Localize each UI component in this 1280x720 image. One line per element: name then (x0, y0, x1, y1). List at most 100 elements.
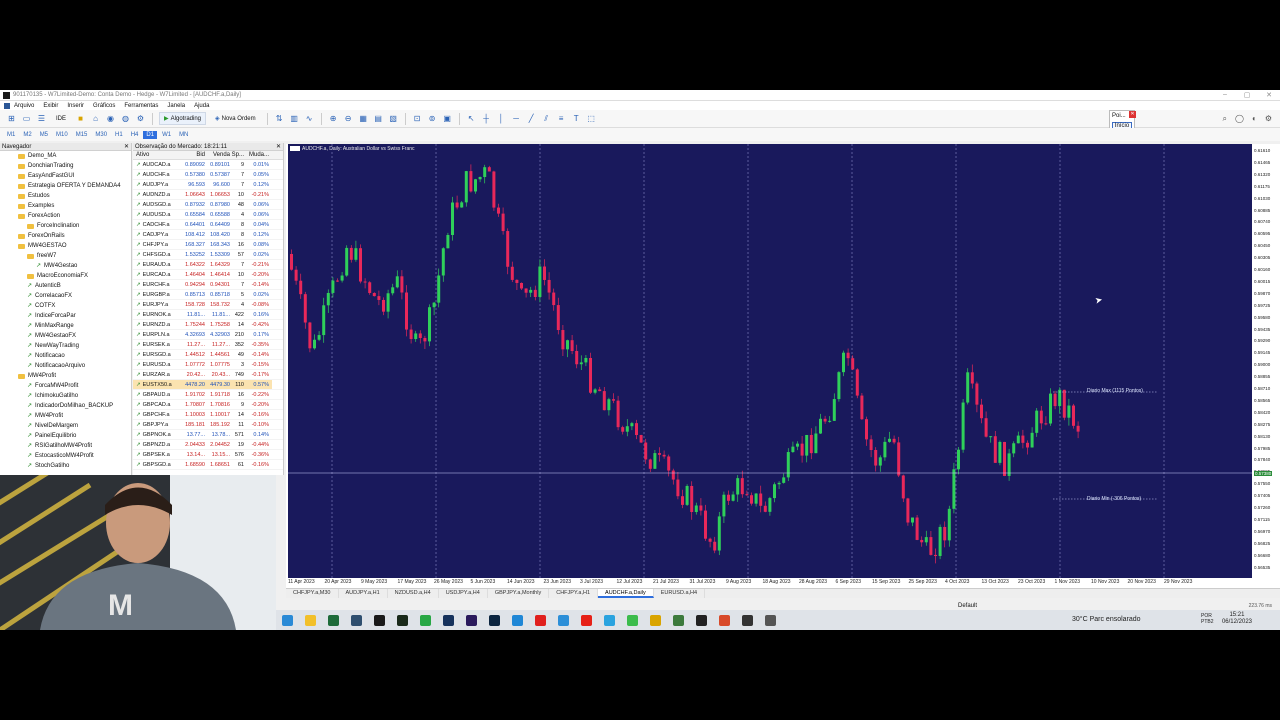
text-icon[interactable]: T (571, 113, 582, 124)
market-watch-row[interactable]: ↗ GBPSEK.a 13.14... 13.15... 576 -0.36% (133, 450, 283, 460)
chart-type-icon[interactable]: ∿ (304, 113, 315, 124)
popup-close-icon[interactable]: ✕ (1129, 111, 1136, 118)
trade-icon[interactable]: ⇅ (274, 113, 285, 124)
market-watch-row[interactable]: ↗ AUDCHF.a 0.57380 0.57387 7 0.05% (133, 170, 283, 180)
market-watch-row[interactable]: ↗ GBPNZD.a 2.04433 2.04452 19 -0.44% (133, 440, 283, 450)
telegram-icon[interactable] (604, 614, 615, 626)
navigator-item[interactable]: Estrategia OFERTA Y DEMANDA4 (0, 181, 131, 191)
market-watch-row[interactable]: ↗ CADJPY.a 108.412 108.420 8 0.12% (133, 230, 283, 240)
new-chart-icon[interactable]: ⊞ (6, 113, 17, 124)
chart-tab[interactable]: AUDCHF.a,Daily (598, 589, 654, 598)
search-icon[interactable]: ⌕ (1223, 114, 1227, 124)
market-watch-row[interactable]: ↗ EURGBP.a 0.85713 0.85718 5 0.02% (133, 290, 283, 300)
navigator-item[interactable]: ForceInclination (0, 221, 131, 231)
navigator-item[interactable]: ↗ IndicadorDoMilhao_BACKUP (0, 401, 131, 411)
fibonacci-icon[interactable]: ≡ (556, 113, 567, 124)
depth-icon[interactable]: ▥ (289, 113, 300, 124)
timeframe-w1[interactable]: W1 (159, 131, 174, 139)
app-icon-1[interactable] (351, 614, 362, 626)
close-icon[interactable]: ✕ (276, 143, 281, 151)
profiles-icon[interactable]: ▭ (21, 113, 32, 124)
premiere-icon[interactable] (466, 614, 477, 626)
timeframe-m15[interactable]: M15 (73, 131, 91, 139)
navigator-item[interactable]: ↗ EstocasticoMW4Profit (0, 451, 131, 461)
app-icon-5[interactable] (696, 614, 707, 626)
objects-icon[interactable]: ⊚ (427, 113, 438, 124)
account-icon[interactable]: ◯ (1235, 114, 1244, 124)
market-watch-row[interactable]: ↗ EURZAR.a 20.42... 20.43... 749 -0.17% (133, 370, 283, 380)
whatsapp-icon[interactable] (627, 614, 638, 626)
market-watch-row[interactable]: ↗ GBPSGD.a 1.68590 1.68651 61 -0.16% (133, 460, 283, 470)
zoom-out-icon[interactable]: ⊖ (343, 113, 354, 124)
signals-icon[interactable]: ◉ (105, 113, 116, 124)
app-icon-3[interactable] (650, 614, 661, 626)
navigator-item[interactable]: MW4Profit (0, 371, 131, 381)
navigator-icon[interactable]: ☰ (36, 113, 47, 124)
navigator-item[interactable]: ↗ NotificacaoArquivo (0, 361, 131, 371)
navigator-item[interactable]: ForexAction (0, 211, 131, 221)
menu-arquivo[interactable]: Arquivo (14, 103, 34, 109)
language-indicator[interactable]: POR PTB2 (1201, 613, 1214, 625)
clock[interactable]: 15:21 06/12/2023 (1222, 612, 1252, 626)
signal-icon[interactable]: ◐ (1252, 114, 1257, 124)
col-change[interactable]: Muda... (245, 151, 272, 159)
navigator-item[interactable]: ↗ RSIGatilhoMW4Profit (0, 441, 131, 451)
menu-ferramentas[interactable]: Ferramentas (124, 103, 158, 109)
minimize-button[interactable]: – (1214, 91, 1236, 99)
photoshop-icon[interactable] (489, 614, 500, 626)
navigator-item[interactable]: ↗ MW4Gestao (0, 261, 131, 271)
navigator-item[interactable]: ↗ StochGatilho (0, 461, 131, 471)
close-icon[interactable]: ✕ (124, 143, 129, 151)
market-watch-row[interactable]: ↗ EURCAD.a 1.46404 1.46414 10 -0.20% (133, 270, 283, 280)
chart-tab[interactable]: NZDUSD.a,H4 (388, 589, 439, 598)
timeframe-m2[interactable]: M2 (20, 131, 34, 139)
obs-icon[interactable] (742, 614, 753, 626)
menu-janela[interactable]: Janela (167, 103, 185, 109)
indicators-icon[interactable]: ⊡ (412, 113, 423, 124)
market-watch-row[interactable]: ↗ CHFJPY.a 168.327 168.343 16 0.08% (133, 240, 283, 250)
col-spread[interactable]: Sp... (231, 151, 245, 159)
navigator-item[interactable]: Demo_MA (0, 151, 131, 161)
trendline-icon[interactable]: ╱ (526, 113, 537, 124)
navigator-item[interactable]: Examples (0, 201, 131, 211)
navigator-item[interactable]: ↗ Notificacao (0, 351, 131, 361)
navigator-item[interactable]: ↗ MW4GestaoFX (0, 331, 131, 341)
menu-exibir[interactable]: Exibir (43, 103, 58, 109)
app-icon-4[interactable] (673, 614, 684, 626)
market-watch-row[interactable]: ↗ GBPJPY.a 185.181 185.192 11 -0.10% (133, 420, 283, 430)
timeframe-m1[interactable]: M1 (4, 131, 18, 139)
market-watch-row[interactable]: ↗ EURNOK.a 11.81... 11.81... 422 0.16% (133, 310, 283, 320)
settings-icon[interactable]: ⚙ (135, 113, 146, 124)
market-watch-row[interactable]: ↗ AUDNZD.a 1.06643 1.06653 10 -0.21% (133, 190, 283, 200)
timeframe-m5[interactable]: M5 (37, 131, 51, 139)
new-order-button[interactable]: ◈ Nova Ordem (210, 112, 261, 125)
weather-widget[interactable]: 30°C Parc ensolarado (1072, 616, 1141, 623)
chart-info-icon[interactable] (290, 146, 300, 151)
vps-icon[interactable]: ◍ (120, 113, 131, 124)
market-watch-row[interactable]: ↗ GBPCAD.a 1.70807 1.70816 9 -0.20% (133, 400, 283, 410)
autoscroll-icon[interactable]: ▤ (373, 113, 384, 124)
navigator-item[interactable]: ↗ MW4Profit (0, 411, 131, 421)
chart-tab[interactable]: GBPJPY.a,Monthly (488, 589, 550, 598)
chart-tab[interactable]: USDJPY.a,H4 (439, 589, 488, 598)
timeframe-m30[interactable]: M30 (92, 131, 110, 139)
market-watch-row[interactable]: ↗ AUDCAD.a 0.89092 0.89101 9 0.01% (133, 160, 283, 170)
navigator-item[interactable]: freeW7 (0, 251, 131, 261)
market-watch-row[interactable]: ↗ CHFSGD.a 1.53252 1.53309 57 0.02% (133, 250, 283, 260)
crosshair-icon[interactable]: ┼ (481, 113, 492, 124)
app-icon-2[interactable] (443, 614, 454, 626)
explorer-icon[interactable] (305, 614, 316, 626)
close-button[interactable]: ✕ (1258, 91, 1280, 99)
market-watch-row[interactable]: ↗ EURSGD.a 1.44512 1.44561 49 -0.14% (133, 350, 283, 360)
market-watch-row[interactable]: ↗ EURUSD.a 1.07772 1.07775 3 -0.15% (133, 360, 283, 370)
timeframe-m10[interactable]: M10 (53, 131, 71, 139)
templates-icon[interactable]: ▣ (442, 113, 453, 124)
col-venda[interactable]: Venda (206, 151, 231, 159)
finance-icon[interactable] (420, 614, 431, 626)
chart-tab[interactable]: AUDJPY.a,H1 (339, 589, 388, 598)
grid-icon[interactable]: ▦ (358, 113, 369, 124)
market-watch-row[interactable]: ↗ CADCHF.a 0.64401 0.64409 8 0.04% (133, 220, 283, 230)
navigator-item[interactable]: ↗ MinMaxRange (0, 321, 131, 331)
market-watch-row[interactable]: ↗ AUDJPY.a 96.593 96.600 7 0.12% (133, 180, 283, 190)
settings-gear-icon[interactable]: ⚙ (1265, 114, 1272, 124)
